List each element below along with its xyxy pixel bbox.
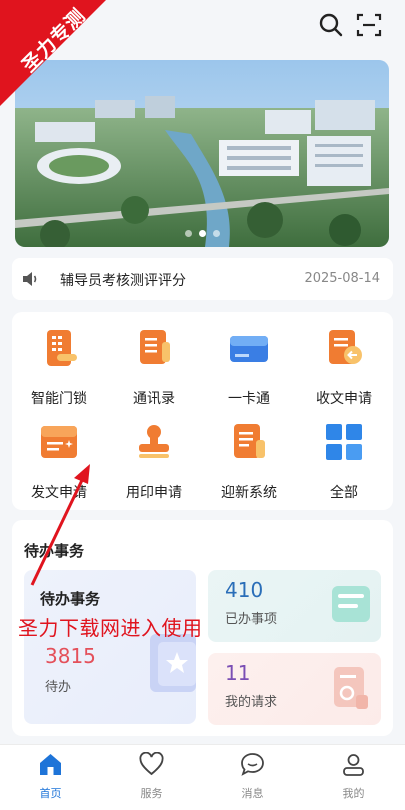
app-label: 迎新系统 xyxy=(221,485,277,501)
tab-profile[interactable]: 我的 xyxy=(303,745,404,810)
tab-label: 首页 xyxy=(39,787,62,800)
todo-count-label: 待办 xyxy=(45,680,72,695)
app-all[interactable]: 全部 xyxy=(297,408,391,501)
star-card-icon xyxy=(150,634,196,692)
app-label: 用印申请 xyxy=(126,485,182,501)
speaker-icon xyxy=(23,272,37,286)
app-campus-card[interactable]: 一卡通 xyxy=(202,314,296,407)
done-count-label: 已办事项 xyxy=(225,612,278,627)
send-doc-icon xyxy=(41,426,77,458)
carousel-dot[interactable] xyxy=(212,230,220,237)
home-icon xyxy=(40,754,61,775)
app-send-doc[interactable]: 发文申请 xyxy=(12,408,106,501)
tab-label: 服务 xyxy=(140,787,163,800)
notice-bar[interactable]: 辅导员考核测评评分 2025-08-14 xyxy=(12,258,393,300)
contacts-icon xyxy=(140,330,170,364)
user-icon xyxy=(343,754,364,776)
my-requests-card[interactable]: 11 我的请求 xyxy=(208,653,381,725)
scan-icon[interactable] xyxy=(356,12,382,38)
notice-date: 2025-08-14 xyxy=(304,271,380,286)
receive-doc-icon xyxy=(329,330,362,364)
tab-home[interactable]: 首页 xyxy=(0,745,101,810)
welcome-system-icon xyxy=(234,424,265,458)
app-label: 通讯录 xyxy=(133,391,175,407)
seal-icon xyxy=(139,425,169,458)
app-contacts[interactable]: 通讯录 xyxy=(107,314,201,407)
grid-all-icon xyxy=(326,424,362,460)
chat-bubble-icon xyxy=(241,753,264,776)
watermark-caption: 圣力下载网进入使用 xyxy=(18,616,203,640)
app-grid: 智能门锁 通讯录 一卡通 收文申请 发文申请 用印申请 迎新系统 全部 xyxy=(12,312,393,510)
todo-main-label: 待办事务 xyxy=(40,590,101,608)
app-label: 收文申请 xyxy=(316,391,372,407)
app-label: 全部 xyxy=(330,485,358,501)
notice-title: 辅导员考核测评评分 xyxy=(60,273,186,289)
tab-services[interactable]: 服务 xyxy=(101,745,202,810)
done-count: 410 xyxy=(225,578,264,602)
done-items-card[interactable]: 410 已办事项 xyxy=(208,570,381,642)
heart-icon xyxy=(139,752,164,776)
app-receive-doc[interactable]: 收文申请 xyxy=(297,314,391,407)
requests-count: 11 xyxy=(225,661,251,685)
carousel-dot-active[interactable] xyxy=(198,230,206,237)
todo-section-title: 待办事务 xyxy=(24,542,85,560)
campus-card-icon xyxy=(230,336,268,362)
search-icon[interactable] xyxy=(318,12,344,38)
tab-label: 消息 xyxy=(241,787,264,800)
requests-count-label: 我的请求 xyxy=(225,695,278,710)
smart-lock-icon xyxy=(47,330,77,366)
app-seal[interactable]: 用印申请 xyxy=(107,408,201,501)
tab-label: 我的 xyxy=(342,787,365,800)
carousel-dot[interactable] xyxy=(184,230,192,237)
app-label: 发文申请 xyxy=(31,485,87,501)
todo-count: 3815 xyxy=(45,644,96,668)
folder-icon xyxy=(332,586,370,622)
app-smart-lock[interactable]: 智能门锁 xyxy=(12,314,106,407)
request-doc-icon xyxy=(334,667,368,709)
tab-messages[interactable]: 消息 xyxy=(202,745,303,810)
bottom-tab-bar: 首页 服务 消息 我的 xyxy=(0,744,405,810)
todo-main-card[interactable]: 待办事务 3815 待办 xyxy=(24,570,196,724)
carousel-dots xyxy=(15,230,389,237)
app-welcome-system[interactable]: 迎新系统 xyxy=(202,408,296,501)
app-label: 智能门锁 xyxy=(31,391,87,407)
app-label: 一卡通 xyxy=(228,391,270,407)
